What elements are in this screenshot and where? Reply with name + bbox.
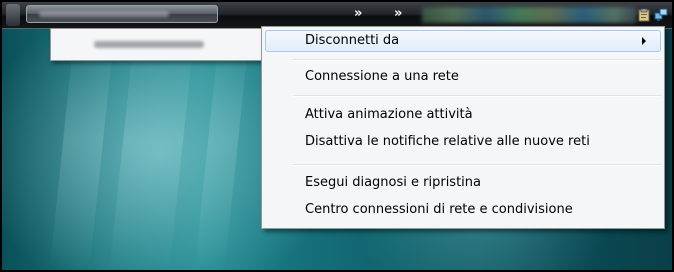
- menu-item-label: Disconnetti da: [305, 33, 400, 48]
- menu-item-activity-animation[interactable]: Attiva animazione attività: [265, 104, 661, 126]
- menu-item-connect-to-network[interactable]: Connessione a una rete: [265, 66, 661, 88]
- menu-item-label: Disattiva le notifiche relative alle nuo…: [305, 134, 590, 149]
- screenshot-frame: » » Disconnetti da Connessione a una ret…: [0, 0, 674, 272]
- toolbar-overflow-chevron[interactable]: »: [394, 6, 402, 22]
- submenu-arrow-icon: [642, 37, 646, 45]
- network-context-menu: Disconnetti da Connessione a una rete At…: [261, 26, 665, 229]
- taskbar: » »: [2, 2, 672, 29]
- quick-launch-overflow-chevron[interactable]: »: [354, 6, 362, 22]
- blurred-window-title: [39, 11, 169, 17]
- menu-item-label: Centro connessioni di rete e condivision…: [305, 202, 573, 217]
- network-monitors-icon[interactable]: [654, 7, 668, 21]
- menu-item-network-sharing-center[interactable]: Centro connessioni di rete e condivision…: [265, 199, 661, 221]
- submenu-network-item[interactable]: [54, 32, 259, 57]
- menu-item-disconnect[interactable]: Disconnetti da: [265, 30, 661, 52]
- blurred-tray-area: [422, 7, 637, 23]
- menu-item-label: Esegui diagnosi e ripristina: [305, 175, 481, 190]
- menu-item-disable-notifications[interactable]: Disattiva le notifiche relative alle nuo…: [265, 131, 661, 153]
- start-button-edge[interactable]: [6, 4, 20, 26]
- clipboard-icon[interactable]: [637, 7, 651, 22]
- menu-item-label: Attiva animazione attività: [305, 107, 473, 122]
- taskbar-window-button[interactable]: [26, 5, 218, 23]
- menu-item-label: Connessione a una rete: [305, 69, 459, 84]
- disconnect-submenu: [50, 28, 263, 61]
- blurred-network-name: [94, 41, 204, 48]
- menu-item-diagnose-repair[interactable]: Esegui diagnosi e ripristina: [265, 172, 661, 194]
- menu-separator: [293, 164, 661, 166]
- menu-separator: [293, 59, 661, 61]
- menu-separator: [293, 95, 661, 97]
